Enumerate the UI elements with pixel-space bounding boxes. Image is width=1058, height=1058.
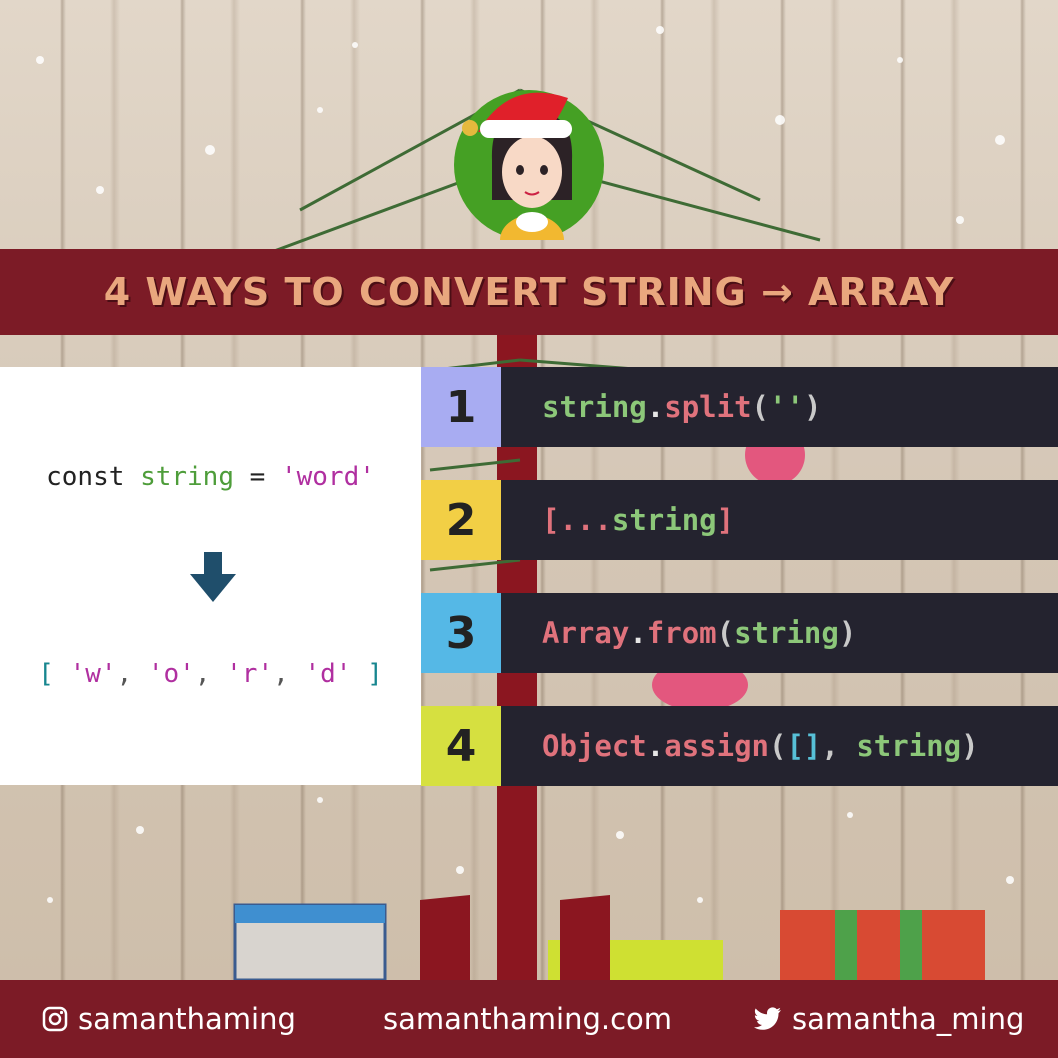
array-open-bracket: [	[38, 659, 54, 689]
array-close-bracket: ]	[367, 659, 383, 689]
website-url: samanthaming.com	[383, 1002, 673, 1036]
instagram-icon	[42, 1006, 68, 1032]
method-row-3: 3 Array. from(string)	[421, 593, 1058, 673]
method-code-2: [... string]	[501, 480, 1058, 560]
page-title: 4 Ways to Convert String → Array	[103, 270, 955, 314]
twitter-link[interactable]: samantha_ming	[754, 980, 1024, 1058]
instagram-link[interactable]: samanthaming	[42, 980, 296, 1058]
santa-avatar	[454, 90, 604, 240]
array-item: 'd'	[304, 659, 352, 689]
array-item: 'o'	[147, 659, 195, 689]
footer-bar: samanthaming samanthaming.com samantha_m…	[0, 980, 1058, 1058]
array-item: 'w'	[69, 659, 117, 689]
instagram-handle: samanthaming	[78, 1002, 296, 1036]
example-card: const string = 'word' [ 'w', 'o', 'r', '…	[0, 367, 421, 785]
array-result: [ 'w', 'o', 'r', 'd' ]	[38, 659, 383, 689]
string-value: 'word'	[280, 462, 375, 492]
method-number-3: 3	[421, 593, 501, 673]
method-row-1: 1 string. split('')	[421, 367, 1058, 447]
method-number-1: 1	[421, 367, 501, 447]
website-link[interactable]: samanthaming.com	[383, 980, 672, 1058]
twitter-icon	[754, 1007, 781, 1030]
title-banner: 4 Ways to Convert String → Array	[0, 249, 1058, 335]
method-row-2: 2 [... string]	[421, 480, 1058, 560]
assign-operator: =	[249, 462, 266, 492]
method-code-3: Array. from(string)	[501, 593, 1058, 673]
arrow-down-icon	[190, 552, 236, 602]
method-code-4: Object. assign([], string)	[501, 706, 1058, 786]
string-declaration: const string = 'word'	[0, 462, 421, 492]
method-number-2: 2	[421, 480, 501, 560]
twitter-handle: samantha_ming	[792, 1002, 1025, 1036]
const-keyword: const	[46, 462, 125, 492]
method-number-4: 4	[421, 706, 501, 786]
method-row-4: 4 Object. assign([], string)	[421, 706, 1058, 786]
method-code-1: string. split('')	[501, 367, 1058, 447]
variable-name: string	[140, 462, 234, 492]
array-item: 'r'	[226, 659, 274, 689]
